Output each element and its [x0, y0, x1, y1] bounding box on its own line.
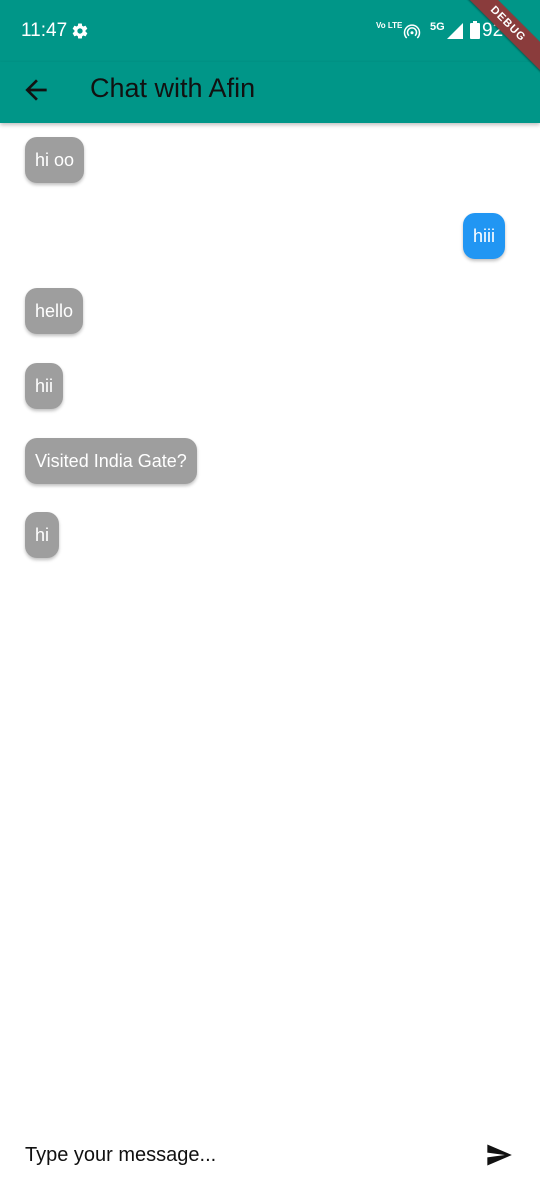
sent-message-bubble: hiii [462, 213, 505, 259]
app-bar: Chat with Afin [0, 62, 540, 123]
message-input[interactable] [25, 1137, 455, 1173]
received-message-bubble: hi oo [25, 137, 85, 183]
network-type: 5G [430, 21, 445, 33]
message-row: hi oo [0, 137, 540, 187]
received-message-bubble: hi [25, 512, 60, 558]
signal-icon [447, 23, 463, 39]
message-row: hello [0, 288, 540, 338]
message-row: hi [0, 512, 540, 562]
received-message-bubble: hii [25, 363, 64, 409]
arrow-back-icon[interactable] [20, 74, 52, 106]
status-bar: 11:47 Vo LTE 5G 92 [0, 0, 540, 62]
settings-gear-icon [72, 23, 88, 39]
hotspot-icon [403, 24, 421, 39]
battery-icon [470, 21, 480, 39]
chat-screen: 11:47 Vo LTE 5G 92 DEBUG Chat with Afin … [0, 0, 540, 1200]
received-message-bubble: hello [25, 288, 84, 334]
volte-indicator: Vo LTE [376, 21, 403, 30]
message-row: hii [0, 363, 540, 413]
message-input-bar [0, 1125, 540, 1200]
message-row: Visited India Gate? [0, 438, 540, 488]
page-title: Chat with Afin [90, 73, 256, 103]
message-list[interactable]: hi oo hiii hello hii Visited India Gate?… [0, 123, 540, 1123]
send-icon[interactable] [484, 1141, 514, 1169]
status-time: 11:47 [21, 20, 68, 41]
received-message-bubble: Visited India Gate? [25, 438, 197, 484]
message-row: hiii [0, 213, 540, 263]
